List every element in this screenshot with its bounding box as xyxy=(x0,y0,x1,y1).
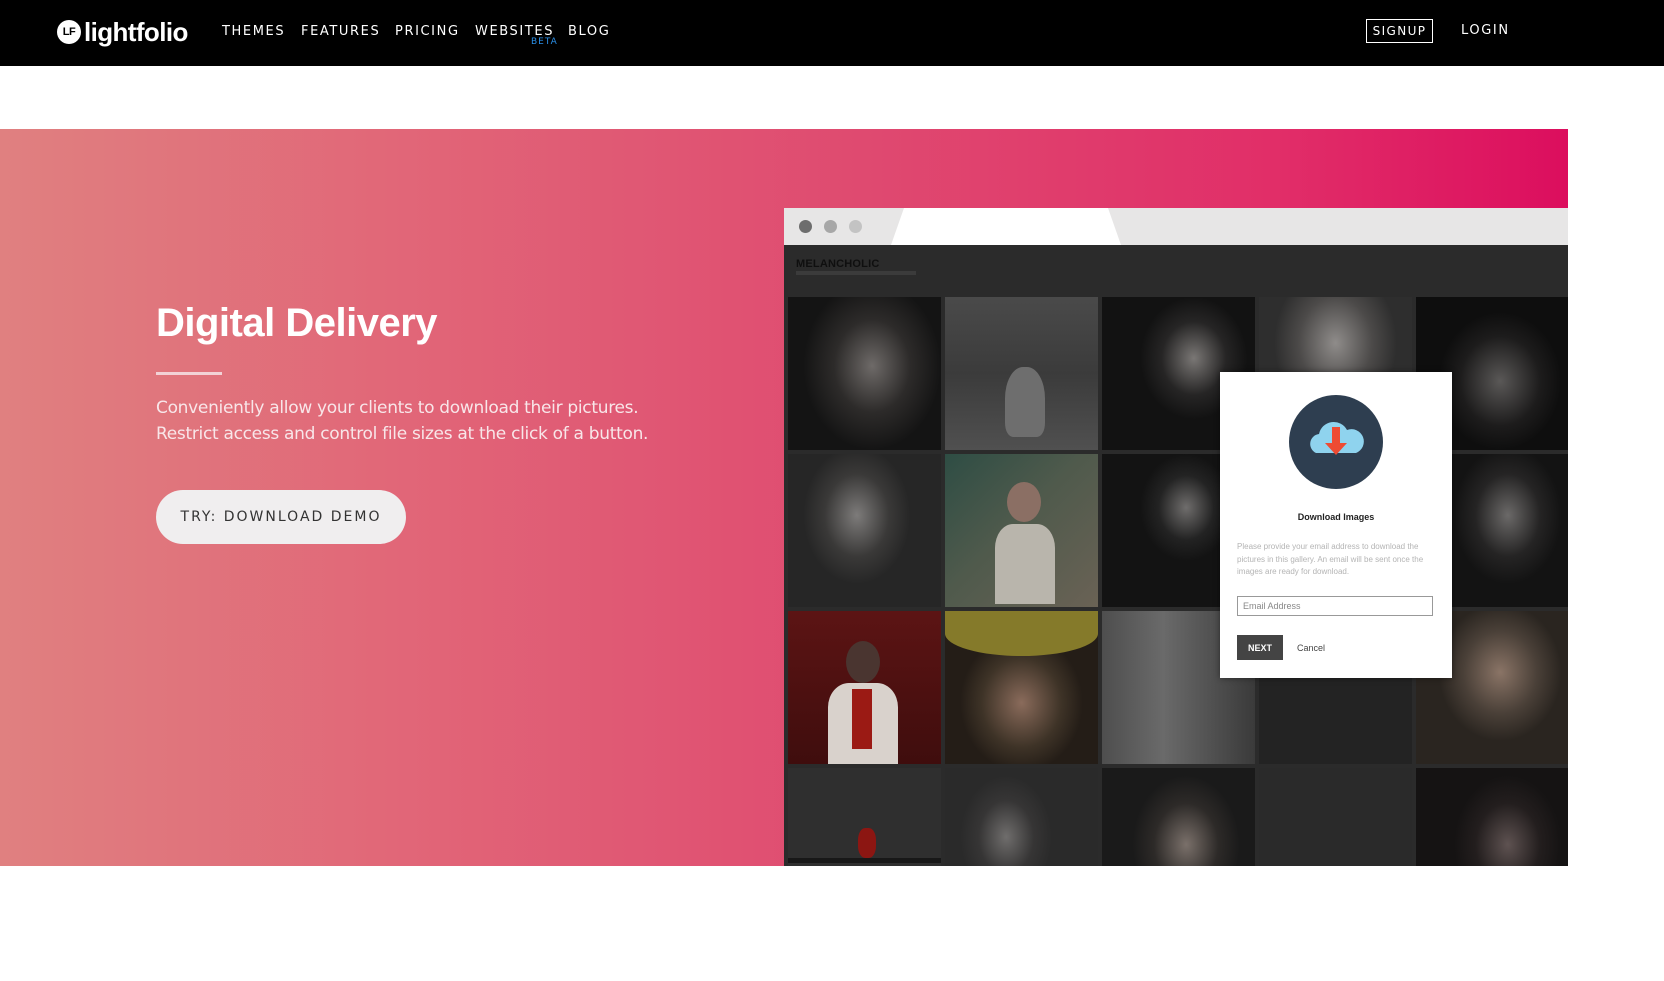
nav-themes[interactable]: THEMES xyxy=(222,24,285,39)
cloud-download-icon xyxy=(1289,395,1383,489)
gallery-site-subtitle xyxy=(796,271,916,275)
next-button[interactable]: NEXT xyxy=(1237,635,1283,660)
hero-description-line: Restrict access and control file sizes a… xyxy=(156,424,649,444)
gallery-photo xyxy=(945,454,1098,607)
hero-description-line: Conveniently allow your clients to downl… xyxy=(156,398,639,418)
email-address-field[interactable] xyxy=(1237,596,1433,616)
nav-features[interactable]: FEATURES xyxy=(301,24,380,39)
download-images-dialog: Download Images Please provide your emai… xyxy=(1220,372,1452,678)
login-link[interactable]: LOGIN xyxy=(1461,23,1510,38)
gallery-photo xyxy=(788,454,941,607)
nav-pricing[interactable]: PRICING xyxy=(395,24,460,39)
title-underline xyxy=(156,372,222,375)
dialog-title: Download Images xyxy=(1297,512,1375,522)
gallery-site-title: MELANCHOLIC xyxy=(796,258,880,270)
gallery-photo xyxy=(945,768,1098,866)
signup-button[interactable]: SIGNUP xyxy=(1366,19,1433,43)
gallery-photo xyxy=(788,611,941,764)
gallery-photo xyxy=(1259,768,1412,866)
nav-blog[interactable]: BLOG xyxy=(568,24,610,39)
gallery-photo xyxy=(945,611,1098,764)
window-minimize-dot xyxy=(824,220,837,233)
hero-title: Digital Delivery xyxy=(156,301,438,345)
gallery-photo xyxy=(1416,768,1568,866)
logo-mark-icon: LF xyxy=(57,20,81,44)
gallery-photo xyxy=(788,297,941,450)
gallery-photo xyxy=(1102,768,1255,866)
browser-tab-bar xyxy=(784,208,1568,245)
cancel-link[interactable]: Cancel xyxy=(1297,643,1325,653)
logo-wordmark: lightfolio xyxy=(84,16,188,47)
top-navbar: LF lightfolio THEMES FEATURES PRICING WE… xyxy=(0,0,1664,66)
websites-beta-badge: BETA xyxy=(531,37,558,47)
download-demo-button[interactable]: TRY: DOWNLOAD DEMO xyxy=(156,490,406,544)
window-close-dot xyxy=(799,220,812,233)
lightfolio-logo[interactable]: LF lightfolio xyxy=(57,17,188,47)
browser-tab xyxy=(891,208,1121,245)
dialog-description: Please provide your email address to dow… xyxy=(1237,542,1424,576)
gallery-photo xyxy=(788,768,941,866)
window-maximize-dot xyxy=(849,220,862,233)
hero-description: Conveniently allow your clients to downl… xyxy=(156,395,676,447)
gallery-photo xyxy=(945,297,1098,450)
